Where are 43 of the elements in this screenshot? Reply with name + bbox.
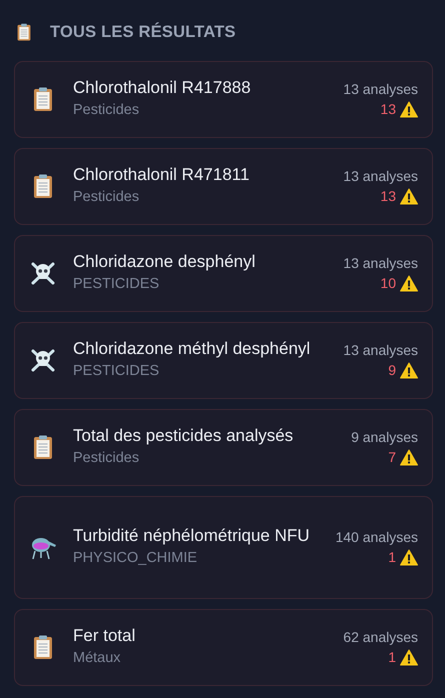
result-name: Chloridazone desphényl [73, 251, 256, 274]
warning-icon [400, 274, 418, 292]
result-card[interactable]: Total des pesticides analysés Pesticides 9 analyses 7 [14, 408, 433, 486]
alert-count: 9 [388, 360, 396, 380]
warning-icon [400, 100, 418, 118]
warning-icon [400, 548, 418, 566]
alert-count: 1 [388, 648, 396, 667]
section-title: TOUS LES RÉSULTATS [50, 21, 236, 43]
alert-count: 13 [380, 186, 396, 206]
result-category: Pesticides [73, 101, 140, 120]
result-category: Métaux [73, 649, 122, 668]
result-name: Chlorothalonil R471811 [73, 164, 250, 186]
warning-icon [400, 188, 418, 205]
alert-count: 13 [380, 100, 396, 119]
result-category: PESTICIDES [73, 362, 160, 382]
analysis-count: 62 analyses [343, 628, 418, 647]
result-card[interactable]: Turbidité néphélométrique NFU PHYSICO_CHIMIE 140 analyses 1 [14, 496, 433, 599]
result-name: Total des pesticides analysés [73, 425, 294, 448]
result-card[interactable]: Fer total Métaux 62 analyses 1 [14, 608, 433, 686]
analysis-count: 13 analyses [343, 254, 418, 273]
warning-icon [400, 362, 418, 379]
result-name: Fer total [73, 625, 136, 648]
analysis-count: 13 analyses [343, 80, 418, 99]
result-card[interactable]: Chlorothalonil R417888 Pesticides 13 analyses 13 [14, 60, 433, 138]
result-name: Chlorothalonil R417888 [73, 77, 252, 100]
result-name: Chloridazone méthyl desphényl [73, 338, 312, 360]
analysis-count: 13 analyses [343, 340, 418, 360]
result-name: Turbidité néphélométrique NFU [73, 525, 311, 548]
result-card[interactable]: Chlorothalonil R471811 Pesticides 13 analyses 13 [14, 148, 433, 225]
result-category: Pesticides [73, 449, 140, 468]
warning-icon [400, 648, 418, 666]
result-card[interactable]: Chloridazone méthyl desphényl PESTICIDES 13 analyses 9 [14, 322, 433, 399]
alert-count: 10 [380, 274, 396, 293]
analysis-count: 140 analyses [335, 528, 418, 547]
warning-icon [400, 448, 418, 466]
analysis-count: 9 analyses [351, 428, 418, 447]
analysis-count: 13 analyses [343, 166, 418, 186]
result-card[interactable]: Chloridazone desphényl PESTICIDES 13 analyses 10 [14, 234, 433, 312]
alert-count: 1 [388, 548, 396, 567]
result-category: Pesticides [73, 188, 140, 208]
result-category: PESTICIDES [73, 275, 160, 294]
alert-count: 7 [388, 448, 396, 467]
result-category: PHYSICO_CHIMIE [73, 549, 198, 568]
